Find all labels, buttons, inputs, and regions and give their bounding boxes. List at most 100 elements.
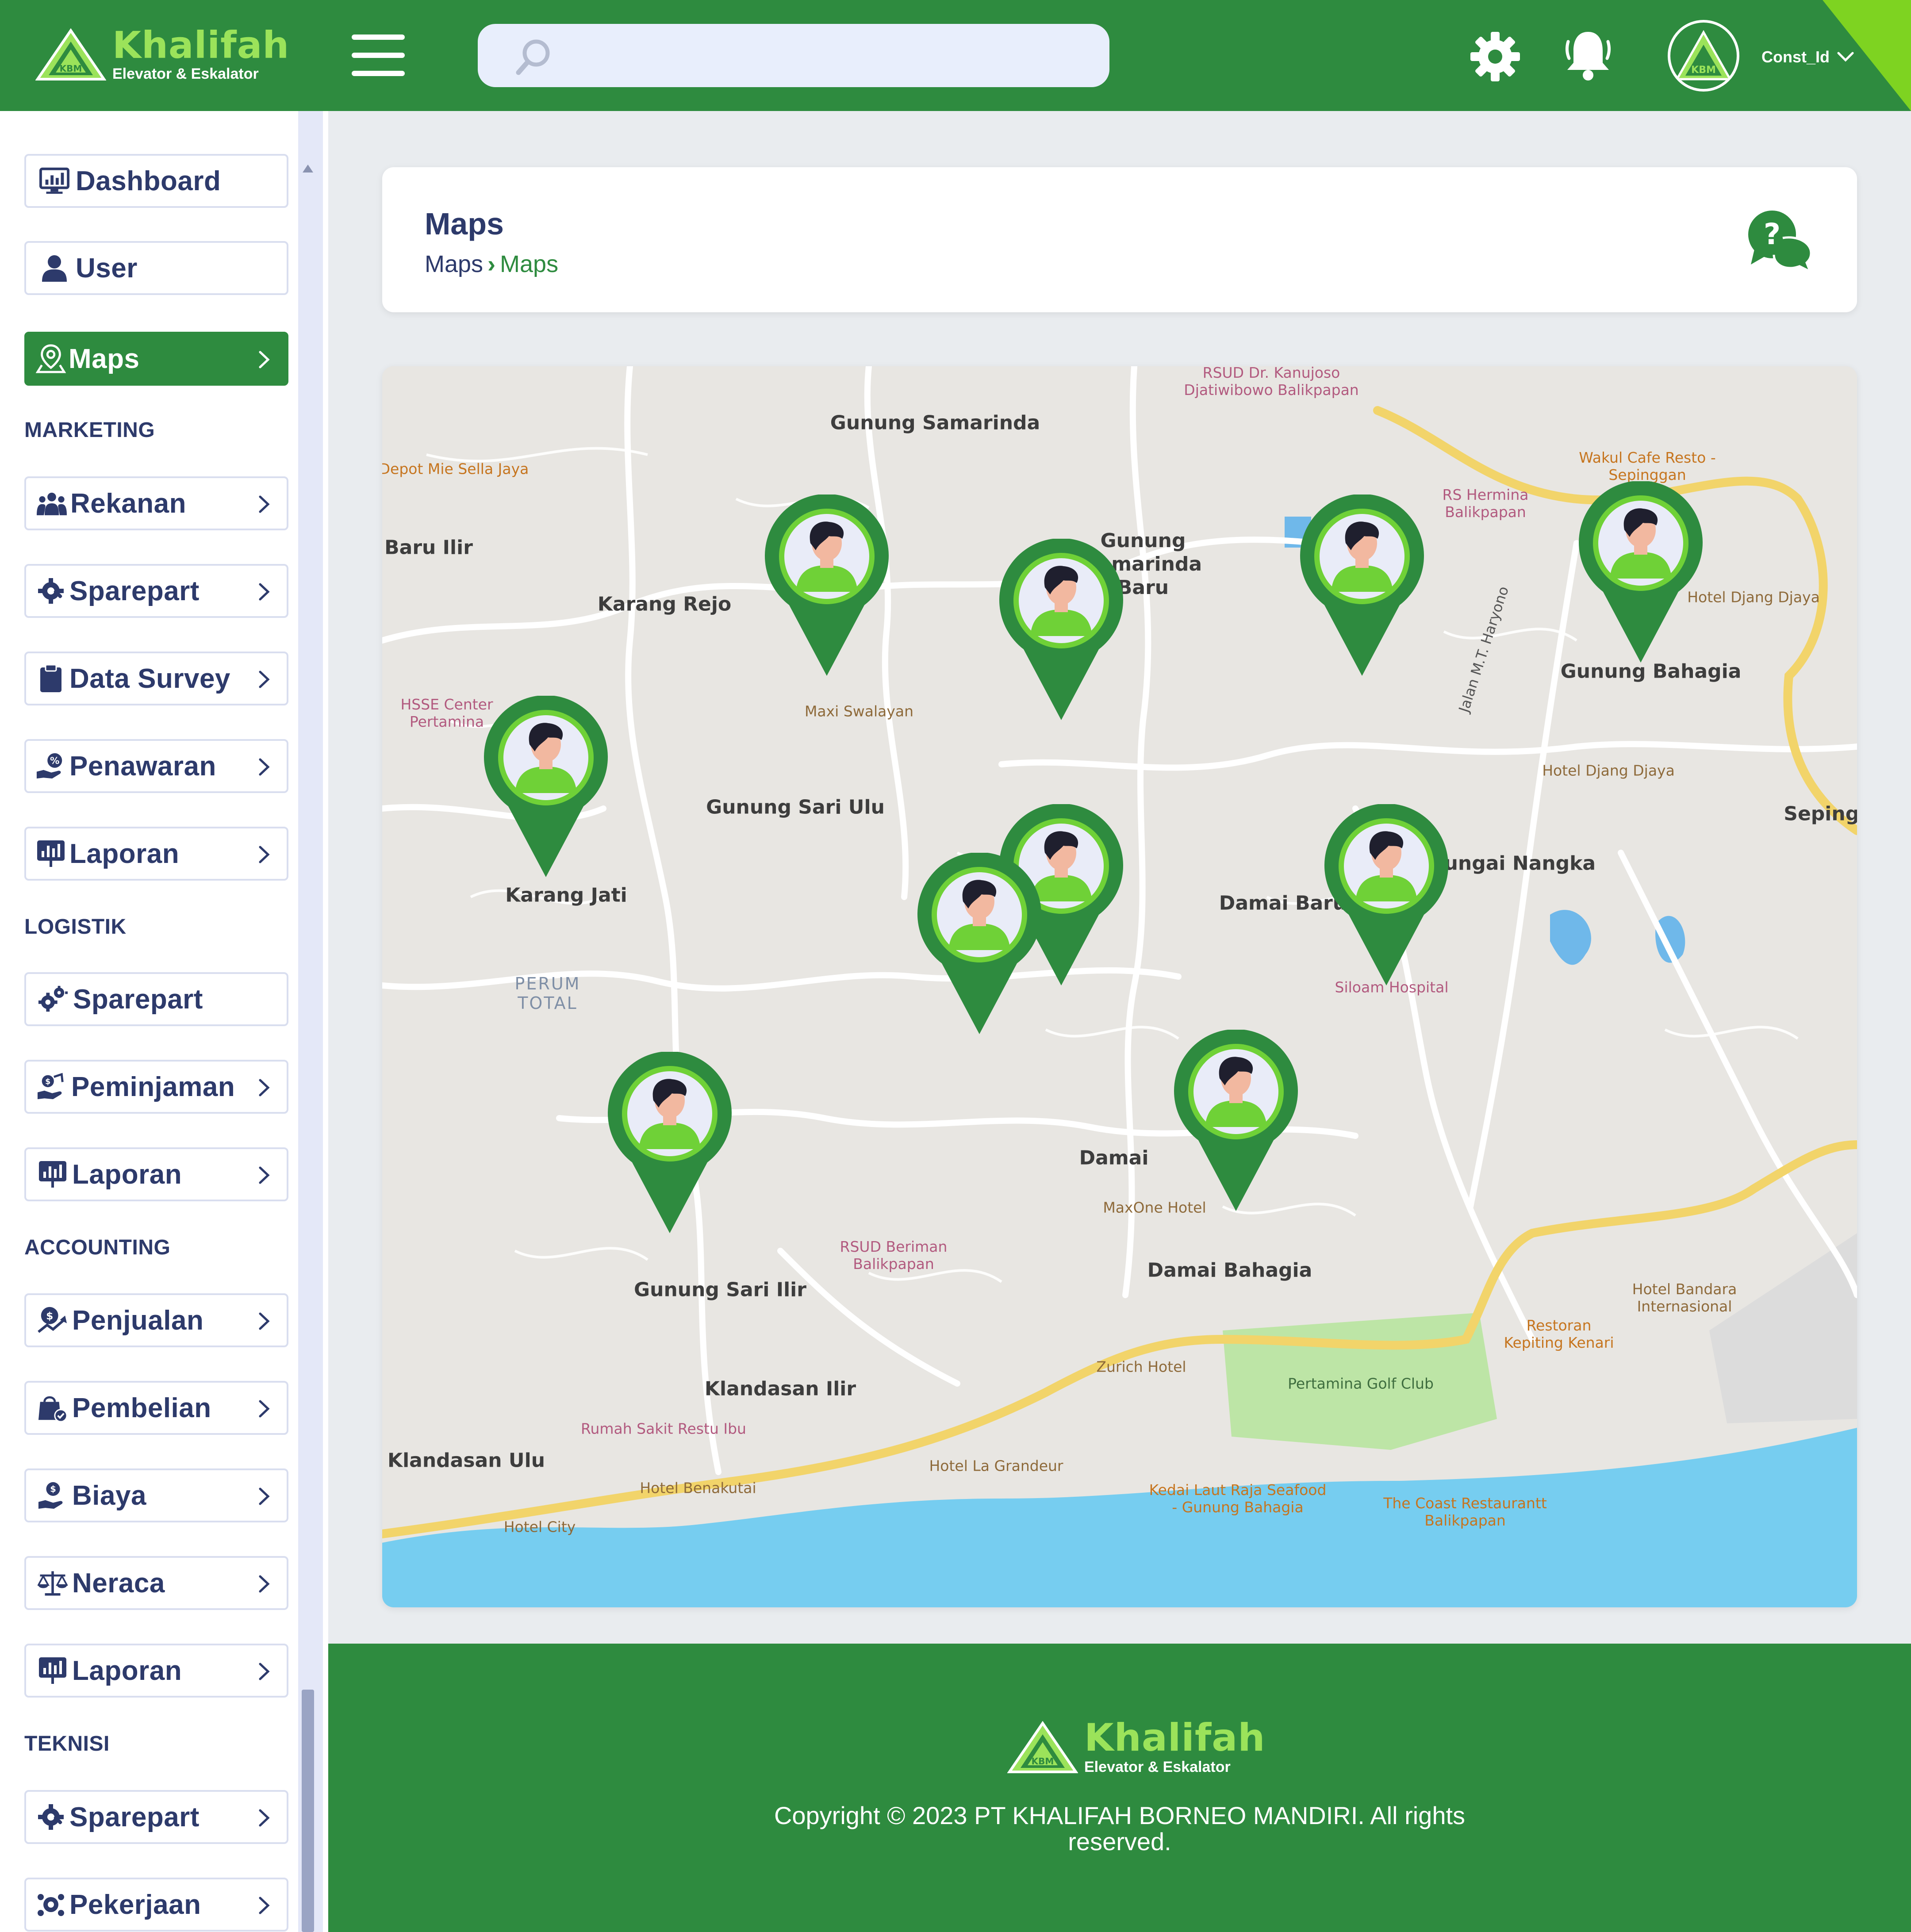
map-poi-label: Hotel Djang Djaya (1687, 588, 1820, 606)
sidebar-item-penjualan[interactable]: $ Penjualan (24, 1293, 288, 1347)
logo-mark-text: KBM (1032, 1756, 1054, 1767)
top-header: KBM Khalifah Elevator & Eskalator KBM Co… (0, 0, 1911, 111)
chevron-right-icon (257, 1399, 271, 1421)
page-header-card: Maps Maps › Maps ? (382, 167, 1857, 312)
sidebar-item-logistik-sparepart[interactable]: Sparepart (24, 972, 288, 1026)
sidebar-item-sparepart[interactable]: Sparepart (24, 564, 288, 618)
sidebar-item-neraca[interactable]: Neraca (24, 1556, 288, 1610)
map-view[interactable]: Gunung Samarinda Baru Ilir Karang Rejo G… (382, 366, 1857, 1607)
map-poi-label: Hotel Benakutai (640, 1479, 756, 1497)
svg-text:%: % (50, 755, 59, 767)
svg-text:$: $ (50, 1484, 56, 1494)
logo-triangle-icon: KBM (1007, 1721, 1078, 1774)
map-marker-pin[interactable] (1577, 480, 1705, 667)
chevron-right-icon (257, 1311, 271, 1334)
map-place-label: Gunung Sari Ilir (634, 1278, 806, 1301)
map-marker-pin[interactable] (606, 1051, 734, 1238)
bell-icon[interactable] (1564, 28, 1612, 84)
sidebar-item-logistik-laporan[interactable]: Laporan (24, 1147, 288, 1201)
avatar-logo-text: KBM (1691, 65, 1716, 76)
sidebar-item-pembelian[interactable]: Pembelian (24, 1381, 288, 1435)
scale-icon (38, 1568, 68, 1598)
sidebar-item-penawaran[interactable]: % Penawaran (24, 739, 288, 793)
footer: KBM Khalifah Elevator & Eskalator Copyri… (328, 1644, 1911, 1932)
sidebar-item-label: Rekanan (70, 488, 186, 519)
chevron-right-icon (257, 494, 271, 517)
section-title-marketing: MARKETING (24, 418, 155, 442)
map-place-label: Damai Bahagia (1147, 1259, 1312, 1282)
sidebar-item-data-survey[interactable]: Data Survey (24, 652, 288, 705)
chevron-right-icon (257, 1808, 271, 1830)
gear-icon[interactable] (1469, 30, 1522, 85)
sidebar-item-rekanan[interactable]: Rekanan (24, 476, 288, 530)
avatar[interactable]: KBM (1668, 20, 1739, 92)
chevron-right-icon (257, 1165, 271, 1188)
map-place-label: Damai (1079, 1146, 1149, 1169)
search-bar[interactable] (478, 24, 1109, 87)
sidebar-item-label: Laporan (72, 1159, 182, 1190)
map-poi-label: Wakul Cafe Resto - Sepinggan (1579, 449, 1716, 483)
clipboard-icon (36, 663, 66, 694)
map-marker-pin[interactable] (482, 695, 610, 882)
logo-mark-text: KBM (60, 63, 82, 74)
copyright-text: Copyright © 2023 PT KHALIFAH BORNEO MAND… (774, 1802, 1466, 1855)
sidebar-item-dashboard[interactable]: Dashboard (24, 154, 288, 208)
map-poi-label: Maxi Swalayan (804, 702, 914, 720)
sidebar-scrollbar[interactable] (298, 111, 323, 1932)
coins-hand-icon: $ (37, 1072, 67, 1102)
chevron-down-icon[interactable] (1836, 50, 1855, 66)
brand-name: Khalifah (112, 23, 290, 67)
sidebar-item-label: Neraca (72, 1568, 165, 1598)
sidebar-item-biaya[interactable]: $ Biaya (24, 1468, 288, 1522)
map-poi-label: Kedai Laut Raja Seafood - Gunung Bahagia (1149, 1481, 1327, 1516)
section-title-logistik: LOGISTIK (24, 915, 127, 939)
map-marker-pin[interactable] (1172, 1029, 1300, 1215)
map-place-label: Sepinggan (1784, 802, 1857, 825)
sidebar-item-maps[interactable]: Maps (24, 332, 288, 386)
section-title-accounting: ACCOUNTING (24, 1236, 171, 1259)
map-poi-label: RS Hermina Balikpapan (1442, 486, 1529, 521)
sidebar-item-label: Penjualan (72, 1305, 204, 1336)
sidebar-item-teknisi-sparepart[interactable]: Sparepart (24, 1790, 288, 1844)
map-place-label: Klandasan Ulu (387, 1449, 545, 1472)
gears-icon (38, 984, 68, 1014)
map-marker-pin[interactable] (1322, 803, 1451, 990)
sidebar-scrollbar-thumb[interactable] (302, 1690, 314, 1932)
scroll-up-arrow-icon[interactable] (302, 164, 314, 176)
brand-tagline: Elevator & Eskalator (112, 65, 259, 82)
breadcrumb-item[interactable]: Maps (425, 250, 483, 278)
sidebar-item-laporan[interactable]: Laporan (24, 827, 288, 881)
sidebar-item-label: Laporan (72, 1655, 182, 1686)
shopping-bag-icon (38, 1393, 68, 1423)
sidebar-item-accounting-laporan[interactable]: Laporan (24, 1644, 288, 1698)
money-hand-icon: $ (38, 1480, 68, 1510)
dashboard-icon (39, 166, 69, 196)
map-poi-label: Pertamina Golf Club (1288, 1375, 1434, 1392)
map-marker-pin[interactable] (1298, 494, 1426, 680)
map-poi-label: Hotel La Grandeur (929, 1457, 1063, 1475)
report-icon (36, 839, 66, 869)
sidebar-item-pekerjaan[interactable]: Pekerjaan (24, 1878, 288, 1932)
map-marker-pin[interactable] (997, 538, 1125, 724)
svg-text:$: $ (46, 1310, 53, 1322)
report-icon (38, 1656, 68, 1686)
logo-triangle-icon: KBM (35, 28, 107, 81)
map-poi-label: Hotel Djang Djaya (1542, 762, 1675, 779)
sidebar-item-peminjaman[interactable]: $ Peminjaman (24, 1060, 288, 1114)
map-marker-pin[interactable] (915, 852, 1044, 1039)
map-place-label: Karang Jati (505, 884, 627, 907)
search-input[interactable] (562, 24, 1093, 87)
help-chat-icon[interactable]: ? (1745, 207, 1815, 276)
user-name[interactable]: Const_Id (1761, 48, 1830, 66)
chevron-right-icon (257, 349, 271, 372)
sidebar-item-user[interactable]: User (24, 241, 288, 295)
menu-toggle-button[interactable] (352, 31, 405, 80)
chevron-right-icon (257, 844, 271, 867)
sidebar-item-label: Maps (69, 343, 140, 374)
chevron-right-icon (257, 669, 271, 692)
map-poi-label: Hotel City (503, 1518, 576, 1536)
brand-name: Khalifah (1084, 1716, 1266, 1760)
sidebar-item-label: Sparepart (69, 575, 200, 606)
brand-logo[interactable]: KBM Khalifah Elevator & Eskalator (35, 27, 289, 83)
map-marker-pin[interactable] (763, 494, 891, 680)
